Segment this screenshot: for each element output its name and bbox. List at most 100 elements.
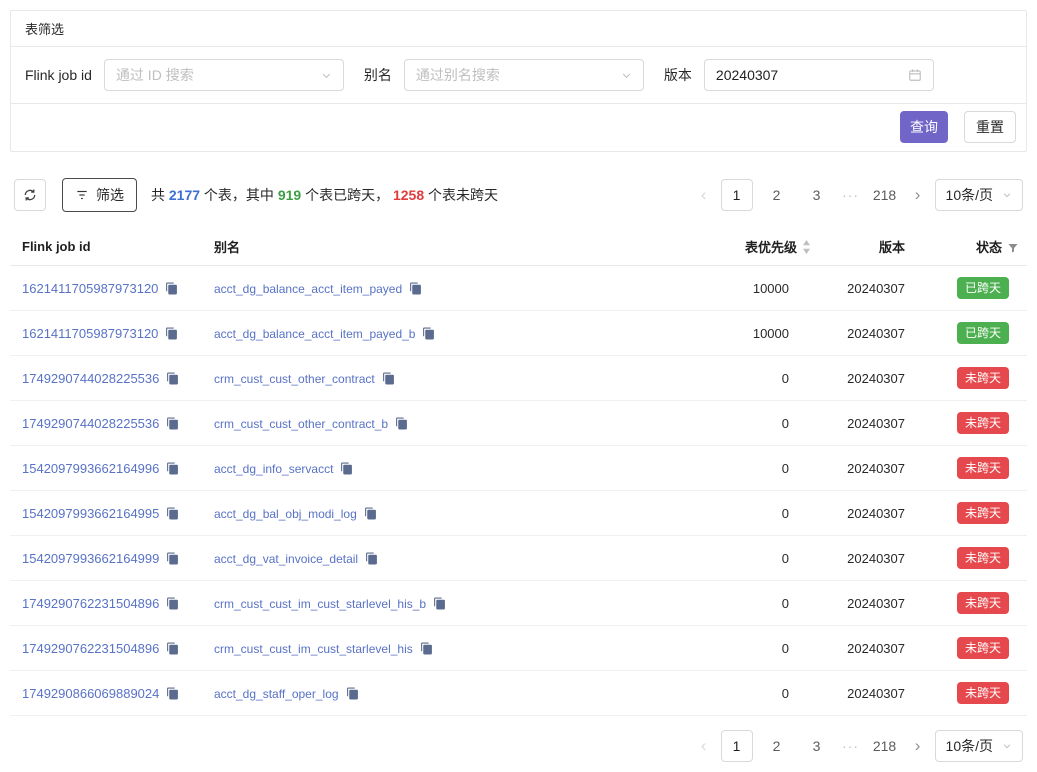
summary-uncrossed-count: 1258 [393,187,424,203]
col-flink-job-id: Flink job id [10,228,206,266]
field-flink-job-id: Flink job id 通过 ID 搜索 [25,59,344,91]
priority-cell: 0 [649,446,819,491]
chevron-down-icon [621,70,632,81]
col-status-label: 状态 [976,240,1002,255]
filter-button-label: 筛选 [96,185,124,205]
sort-carets-icon[interactable] [802,240,811,254]
copy-icon[interactable] [409,282,422,295]
copy-icon[interactable] [166,507,179,520]
refresh-button[interactable] [14,179,46,211]
page-size-select[interactable]: 10条/页 [935,730,1023,762]
prev-page-button[interactable]: ‹ [695,730,713,762]
page-button-last[interactable]: 218 [869,730,901,762]
alias-link[interactable]: acct_dg_balance_acct_item_payed_b [214,327,415,341]
alias-link[interactable]: acct_dg_balance_acct_item_payed [214,282,402,296]
status-badge: 已跨天 [957,322,1009,345]
col-version: 版本 [819,228,915,266]
copy-icon[interactable] [166,642,179,655]
copy-icon[interactable] [166,462,179,475]
calendar-icon [908,68,922,82]
job-id-link[interactable]: 1621411705987973120 [22,326,158,341]
job-id-link[interactable]: 1749290744028225536 [22,371,159,386]
page-button-2[interactable]: 2 [761,179,793,211]
job-id-link[interactable]: 1749290744028225536 [22,416,159,431]
copy-icon[interactable] [365,552,378,565]
job-id-placeholder: 通过 ID 搜索 [116,65,194,85]
chevron-down-icon [1002,741,1012,751]
col-priority[interactable]: 表优先级 [649,228,819,266]
pagination-top: ‹ 1 2 3 ··· 218 › 10条/页 [695,179,1023,211]
priority-cell: 0 [649,536,819,581]
table-row: 1749290866069889024 acct_dg_staff_oper_l… [10,671,1027,716]
copy-icon[interactable] [166,372,179,385]
page-button-last[interactable]: 218 [869,179,901,211]
copy-icon[interactable] [420,642,433,655]
job-id-link[interactable]: 1749290866069889024 [22,686,159,701]
copy-icon[interactable] [422,327,435,340]
page-button-1[interactable]: 1 [721,730,753,762]
job-id-link[interactable]: 1542097993662164995 [22,506,159,521]
alias-link[interactable]: crm_cust_cust_other_contract [214,372,375,386]
copy-icon[interactable] [395,417,408,430]
copy-icon[interactable] [382,372,395,385]
field-alias: 别名 通过别名搜索 [364,59,644,91]
version-cell: 20240307 [819,266,915,311]
status-badge: 未跨天 [957,502,1009,525]
job-id-link[interactable]: 1621411705987973120 [22,281,158,296]
version-cell: 20240307 [819,401,915,446]
alias-placeholder: 通过别名搜索 [416,65,500,85]
copy-icon[interactable] [340,462,353,475]
col-priority-label: 表优先级 [745,240,797,255]
filter-toggle-button[interactable]: 筛选 [62,178,137,212]
version-date-input[interactable]: 20240307 [704,59,934,91]
alias-link[interactable]: acct_dg_bal_obj_modi_log [214,507,357,521]
alias-link[interactable]: crm_cust_cust_other_contract_b [214,417,388,431]
query-button[interactable]: 查询 [900,111,948,143]
reset-button[interactable]: 重置 [964,111,1016,143]
version-cell: 20240307 [819,356,915,401]
summary-total-count: 2177 [169,187,200,203]
page-ellipsis[interactable]: ··· [841,738,861,754]
job-id-select[interactable]: 通过 ID 搜索 [104,59,344,91]
job-id-link[interactable]: 1542097993662164996 [22,461,159,476]
copy-icon[interactable] [166,417,179,430]
job-id-link[interactable]: 1749290762231504896 [22,596,159,611]
chevron-down-icon [1002,190,1012,200]
job-id-link[interactable]: 1749290762231504896 [22,641,159,656]
table-row: 1542097993662164999 acct_dg_vat_invoice_… [10,536,1027,581]
alias-link[interactable]: crm_cust_cust_im_cust_starlevel_his_b [214,597,426,611]
page-button-1[interactable]: 1 [721,179,753,211]
priority-cell: 0 [649,491,819,536]
status-badge: 未跨天 [957,637,1009,660]
page-button-2[interactable]: 2 [761,730,793,762]
copy-icon[interactable] [346,687,359,700]
table-row: 1749290762231504896 crm_cust_cust_im_cus… [10,626,1027,671]
copy-icon[interactable] [165,282,178,295]
alias-select[interactable]: 通过别名搜索 [404,59,644,91]
alias-link[interactable]: acct_dg_staff_oper_log [214,687,339,701]
version-cell: 20240307 [819,581,915,626]
prev-page-button[interactable]: ‹ [695,179,713,211]
page-ellipsis[interactable]: ··· [841,187,861,203]
copy-icon[interactable] [166,687,179,700]
version-cell: 20240307 [819,626,915,671]
next-page-button[interactable]: › [909,179,927,211]
alias-link[interactable]: acct_dg_info_servacct [214,462,333,476]
priority-cell: 0 [649,626,819,671]
alias-link[interactable]: acct_dg_vat_invoice_detail [214,552,358,566]
copy-icon[interactable] [433,597,446,610]
page-button-3[interactable]: 3 [801,179,833,211]
bottom-bar: ‹ 1 2 3 ··· 218 › 10条/页 [10,716,1027,762]
copy-icon[interactable] [364,507,377,520]
job-id-link[interactable]: 1542097993662164999 [22,551,159,566]
copy-icon[interactable] [165,327,178,340]
page-button-3[interactable]: 3 [801,730,833,762]
page-size-select[interactable]: 10条/页 [935,179,1023,211]
next-page-button[interactable]: › [909,730,927,762]
table-row: 1749290762231504896 crm_cust_cust_im_cus… [10,581,1027,626]
funnel-icon[interactable] [1007,242,1019,254]
copy-icon[interactable] [166,597,179,610]
alias-link[interactable]: crm_cust_cust_im_cust_starlevel_his [214,642,413,656]
copy-icon[interactable] [166,552,179,565]
col-alias: 别名 [206,228,649,266]
